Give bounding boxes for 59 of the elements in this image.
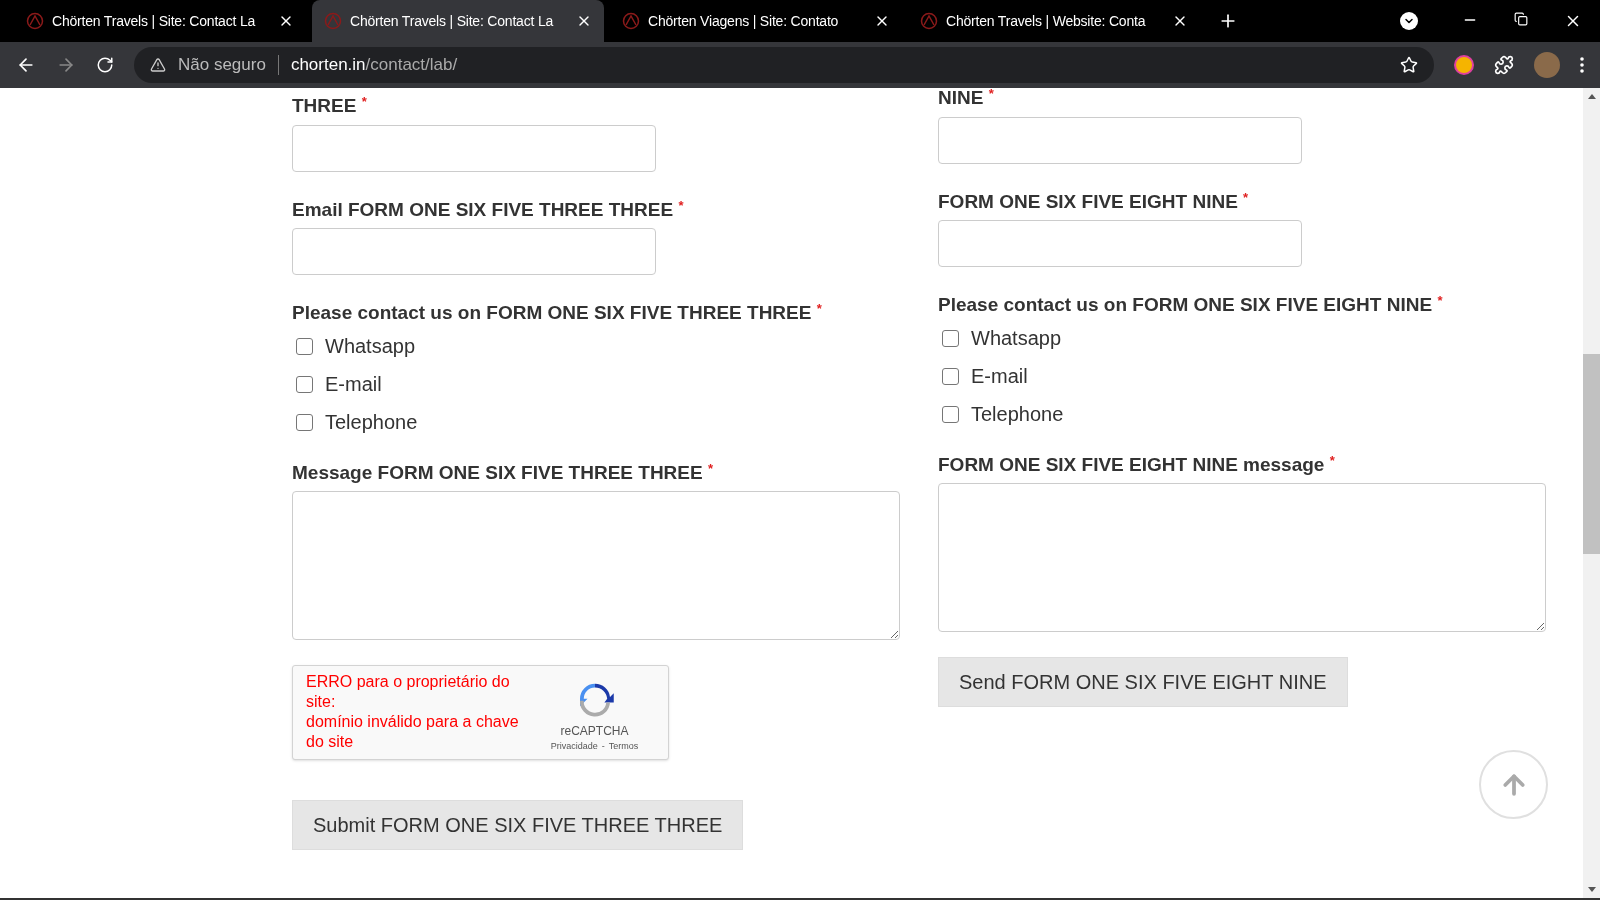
checkbox-label: Whatsapp xyxy=(325,333,416,359)
captcha-error-text: ERRO para o proprietário do site: xyxy=(306,672,511,712)
checkbox[interactable] xyxy=(942,405,959,423)
checkbox-label: E-mail xyxy=(325,371,382,397)
checkbox[interactable] xyxy=(942,367,959,385)
checkbox[interactable] xyxy=(296,413,313,431)
message-field[interactable] xyxy=(938,483,1546,632)
logo-icon xyxy=(622,12,640,30)
reload-icon[interactable] xyxy=(96,56,114,74)
submit-button[interactable]: Send FORM ONE SIX FIVE EIGHT NINE xyxy=(938,657,1348,707)
restore-icon[interactable] xyxy=(1514,12,1528,26)
tab-search-icon[interactable] xyxy=(1400,12,1418,30)
bookmark-star-icon[interactable] xyxy=(1400,56,1418,74)
checkbox[interactable] xyxy=(296,375,313,393)
logo-icon xyxy=(920,12,938,30)
field-label: NINE * xyxy=(938,88,995,110)
tab-title: Chörten Travels | Website: Conta xyxy=(946,11,1147,31)
checkbox-label: Whatsapp xyxy=(971,325,1062,351)
field-label: Email FORM ONE SIX FIVE THREE THREE * xyxy=(292,196,685,222)
field-label: FORM ONE SIX FIVE EIGHT NINE * xyxy=(938,188,1250,214)
url-text: chorten.in/contact/lab/ xyxy=(290,54,458,77)
input-field[interactable] xyxy=(292,124,656,172)
scrollbar-thumb[interactable] xyxy=(1583,354,1600,554)
field-label: Please contact us on FORM ONE SIX FIVE EIGHT NINE * xyxy=(938,292,1444,317)
captcha-error-text: domínio inválido para a chave do site xyxy=(306,712,520,752)
tab-title: Chörten Travels | Site: Contact La xyxy=(350,11,555,31)
menu-icon[interactable] xyxy=(1580,57,1584,73)
field-label: Message FORM ONE SIX FIVE THREE THREE * xyxy=(292,459,715,485)
field-label: THREE * xyxy=(292,93,368,118)
warning-icon xyxy=(150,57,166,73)
extensions-icon[interactable] xyxy=(1494,55,1514,75)
checkbox-label: E-mail xyxy=(971,363,1028,389)
input-field[interactable] xyxy=(938,220,1302,267)
extension-icon[interactable] xyxy=(1454,55,1474,75)
privacy-link[interactable]: Privacidade xyxy=(550,739,598,753)
tab-title: Chörten Travels | Site: Contact La xyxy=(52,11,257,31)
checkbox[interactable] xyxy=(296,337,313,355)
address-bar[interactable]: Não seguro chorten.in/contact/lab/ xyxy=(134,47,1434,83)
scroll-down-icon[interactable] xyxy=(1587,887,1596,892)
scrollbar[interactable] xyxy=(1583,88,1600,898)
logo-icon xyxy=(26,12,44,30)
browser-tab[interactable]: Chörten Travels | Site: Contact La xyxy=(312,0,604,42)
recaptcha-label: reCAPTCHA xyxy=(560,722,629,740)
scroll-up-icon[interactable] xyxy=(1587,94,1596,99)
checkbox-label: Telephone xyxy=(971,401,1064,427)
logo-icon xyxy=(324,12,342,30)
message-field[interactable] xyxy=(292,491,900,640)
profile-avatar[interactable] xyxy=(1534,52,1560,78)
input-field[interactable] xyxy=(938,116,1302,164)
checkbox-label: Telephone xyxy=(325,409,418,435)
tab-title: Chörten Viagens | Site: Contato xyxy=(648,11,840,31)
terms-link[interactable]: Termos xyxy=(608,739,639,753)
separator-text: - xyxy=(601,739,605,753)
checkbox[interactable] xyxy=(942,329,959,347)
submit-button[interactable]: Submit FORM ONE SIX FIVE THREE THREE xyxy=(292,800,744,850)
field-label: FORM ONE SIX FIVE EIGHT NINE message * xyxy=(938,451,1336,477)
security-label: Não seguro xyxy=(178,54,266,77)
field-label: Please contact us on FORM ONE SIX FIVE THREE THREE * xyxy=(292,300,823,325)
input-field[interactable] xyxy=(292,228,656,275)
